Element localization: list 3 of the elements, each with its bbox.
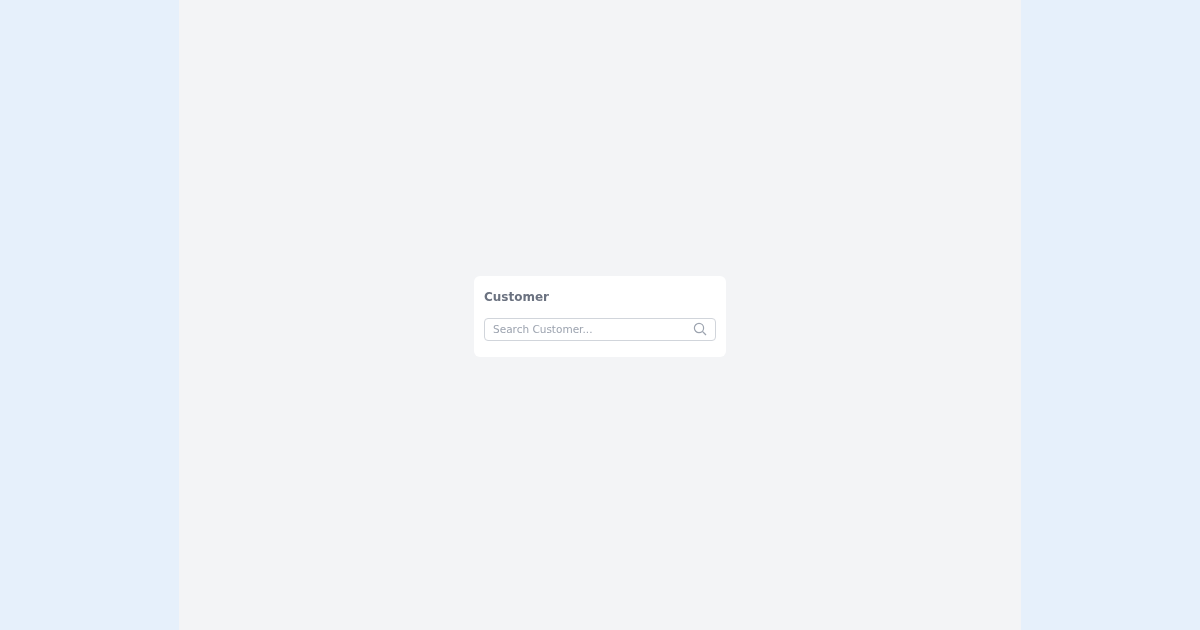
card-title: Customer	[484, 288, 551, 306]
search-icon	[693, 322, 707, 336]
search-field[interactable]: Search Customer...	[484, 317, 716, 341]
